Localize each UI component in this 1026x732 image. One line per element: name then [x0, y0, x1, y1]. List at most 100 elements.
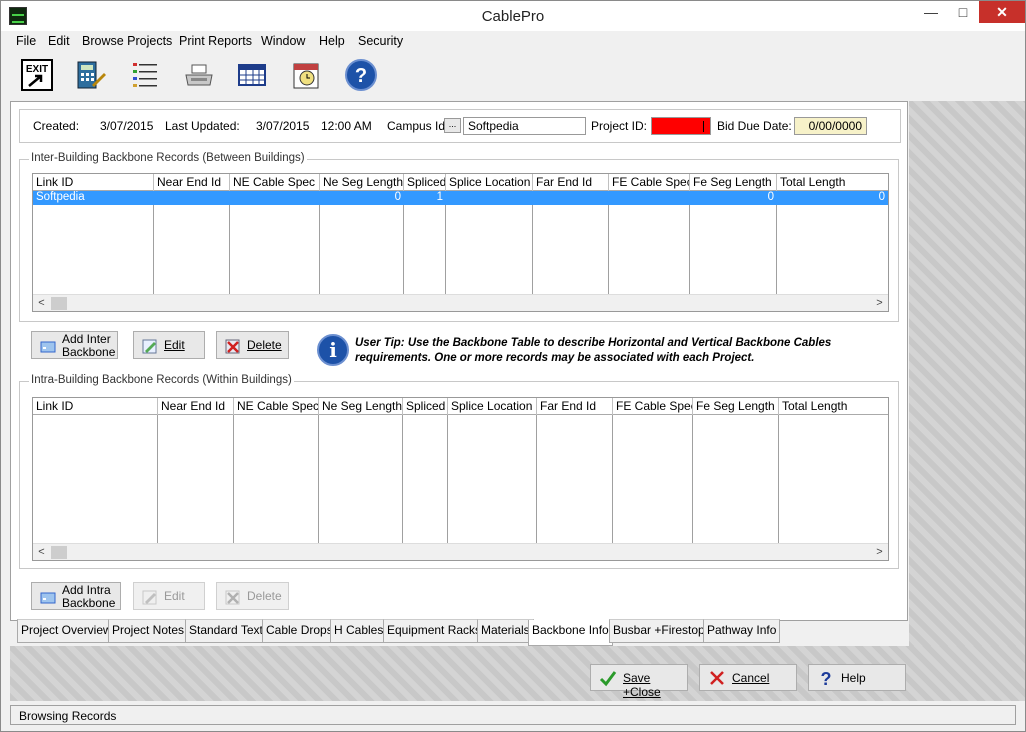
menu-print-reports[interactable]: Print Reports	[179, 34, 252, 48]
col-fe-seg-length[interactable]: Fe Seg Length	[690, 174, 777, 191]
spreadsheet-icon	[238, 64, 266, 86]
delete-intra-button[interactable]: Delete	[216, 582, 289, 610]
calculator-button[interactable]	[72, 57, 108, 93]
col-splice-location[interactable]: Splice Location	[448, 398, 537, 415]
cell-total-length: 0	[878, 191, 885, 203]
cell-fe-seg-length: 0	[767, 191, 774, 203]
col-link-id[interactable]: Link ID	[33, 174, 154, 191]
col-ne-seg-length[interactable]: Ne Seg Length	[319, 398, 403, 415]
maximize-button[interactable]: □	[947, 1, 979, 23]
scroll-right-arrow[interactable]: >	[871, 295, 888, 311]
background-pattern	[909, 101, 1025, 649]
scroll-thumb[interactable]	[51, 297, 67, 310]
tab-project-overview[interactable]: Project Overview	[17, 619, 116, 643]
col-near-end-id[interactable]: Near End Id	[158, 398, 234, 415]
help-button[interactable]: ? Help	[808, 664, 906, 691]
inter-building-title: Inter-Building Backbone Records (Between…	[29, 152, 307, 164]
project-id-field[interactable]	[651, 117, 711, 135]
exit-icon: EXIT	[21, 59, 53, 91]
campus-id-field[interactable]: Softpedia	[463, 117, 586, 135]
col-ne-cable-spec[interactable]: NE Cable Spec (	[234, 398, 319, 415]
minimize-button[interactable]: —	[915, 1, 947, 23]
menu-bar: File Edit Browse Projects Print Reports …	[1, 32, 1025, 52]
svg-text:EXIT: EXIT	[26, 64, 48, 75]
scroll-thumb[interactable]	[51, 546, 67, 559]
cancel-button[interactable]: Cancel	[699, 664, 797, 691]
scroll-right-arrow[interactable]: >	[871, 544, 888, 560]
created-value: 3/07/2015	[100, 119, 154, 133]
grid-header: Link ID Near End Id NE Cable Spec ( Ne S…	[33, 398, 888, 415]
table-row[interactable]: Softpedia 0 1 0 0	[33, 191, 888, 205]
col-spliced[interactable]: Spliced	[404, 174, 446, 191]
calendar-clock-icon	[293, 63, 319, 89]
col-splice-location[interactable]: Splice Location	[446, 174, 533, 191]
campus-lookup-button[interactable]: ...	[444, 118, 461, 133]
tab-busbar-firestops[interactable]: Busbar +Firestops	[609, 619, 715, 643]
add-intra-backbone-button[interactable]: Add Intra Backbone	[31, 582, 121, 610]
grid-col-divider	[233, 398, 234, 545]
help-toolbar-button[interactable]: ?	[343, 57, 379, 93]
exit-button[interactable]: EXIT	[19, 57, 55, 93]
col-fe-seg-length[interactable]: Fe Seg Length	[693, 398, 779, 415]
tab-project-notes[interactable]: Project Notes:	[108, 619, 192, 643]
save-close-label: Save +Close	[623, 671, 661, 699]
menu-file[interactable]: File	[16, 34, 36, 48]
inter-horizontal-scrollbar[interactable]: < >	[33, 294, 888, 311]
list-button[interactable]	[127, 57, 163, 93]
last-updated-date: 3/07/2015	[256, 119, 310, 133]
close-button[interactable]: ✕	[979, 1, 1025, 23]
save-close-button[interactable]: Save +Close	[590, 664, 688, 699]
menu-window[interactable]: Window	[261, 34, 305, 48]
menu-security[interactable]: Security	[358, 34, 403, 48]
question-mark-icon: ?	[821, 669, 832, 687]
menu-edit[interactable]: Edit	[48, 34, 70, 48]
print-button[interactable]	[181, 57, 217, 93]
add-record-icon	[40, 341, 56, 353]
grid-col-divider	[447, 398, 448, 545]
col-fe-cable-spec[interactable]: FE Cable Spec (	[613, 398, 693, 415]
tab-cable-drops[interactable]: Cable Drops	[262, 619, 337, 643]
add-inter-backbone-button[interactable]: Add Inter Backbone	[31, 331, 118, 359]
tab-pathway-info[interactable]: Pathway Info	[703, 619, 781, 643]
col-spliced[interactable]: Spliced	[403, 398, 448, 415]
col-far-end-id[interactable]: Far End Id	[537, 398, 613, 415]
col-total-length[interactable]: Total Length	[777, 174, 888, 191]
calendar-button[interactable]	[289, 57, 325, 93]
tab-backbone-info[interactable]: Backbone Info	[528, 620, 613, 646]
edit-intra-button[interactable]: Edit	[133, 582, 205, 610]
tab-h-cables[interactable]: H Cables	[330, 619, 388, 643]
created-label: Created:	[33, 119, 80, 133]
checklist-icon	[133, 63, 157, 87]
edit-inter-button[interactable]: Edit	[133, 331, 205, 359]
tab-equipment-racks[interactable]: Equipment Racks	[383, 619, 486, 643]
delete-inter-button[interactable]: Delete	[216, 331, 289, 359]
col-total-length[interactable]: Total Length	[779, 398, 888, 415]
help-label: Help	[841, 671, 866, 685]
menu-browse-projects[interactable]: Browse Projects	[82, 34, 172, 48]
edit-inter-label: Edit	[164, 338, 185, 352]
x-mark-icon	[710, 671, 724, 685]
grid-col-divider	[536, 398, 537, 545]
bid-due-date-label: Bid Due Date:	[717, 119, 792, 133]
menu-help[interactable]: Help	[319, 34, 345, 48]
delete-inter-label: Delete	[247, 338, 282, 352]
col-far-end-id[interactable]: Far End Id	[533, 174, 609, 191]
col-near-end-id[interactable]: Near End Id	[154, 174, 230, 191]
intra-building-grid[interactable]: Link ID Near End Id NE Cable Spec ( Ne S…	[32, 397, 889, 561]
title-bar: CablePro — □ ✕	[1, 1, 1025, 31]
col-link-id[interactable]: Link ID	[33, 398, 158, 415]
intra-horizontal-scrollbar[interactable]: < >	[33, 543, 888, 560]
col-fe-cable-spec[interactable]: FE Cable Spec	[609, 174, 690, 191]
grid-col-divider	[402, 398, 403, 545]
tab-standard-text[interactable]: Standard Text	[185, 619, 267, 643]
spreadsheet-button[interactable]	[234, 57, 270, 93]
intra-building-title: Intra-Building Backbone Records (Within …	[29, 374, 294, 386]
col-ne-seg-length[interactable]: Ne Seg Length	[320, 174, 404, 191]
scroll-left-arrow[interactable]: <	[33, 544, 50, 560]
scroll-left-arrow[interactable]: <	[33, 295, 50, 311]
bid-due-date-field[interactable]: 0/00/0000	[794, 117, 867, 135]
grid-header: Link ID Near End Id NE Cable Spec Ne Seg…	[33, 174, 888, 191]
col-ne-cable-spec[interactable]: NE Cable Spec	[230, 174, 320, 191]
inter-building-grid[interactable]: Link ID Near End Id NE Cable Spec Ne Seg…	[32, 173, 889, 312]
tab-materials[interactable]: Materials	[477, 619, 534, 643]
